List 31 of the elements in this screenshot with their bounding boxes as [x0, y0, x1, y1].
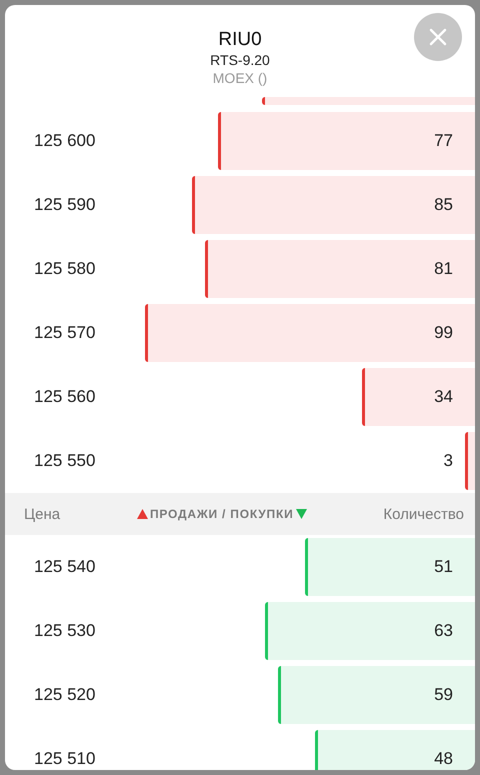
quantity-label: 81 — [434, 259, 454, 279]
price-label: 125 510 — [33, 749, 96, 769]
price-label: 125 600 — [33, 131, 96, 151]
close-icon — [428, 27, 448, 47]
quantity-label: 63 — [434, 621, 454, 641]
price-label: 125 580 — [33, 259, 96, 279]
quantity-column-header: Количество — [383, 506, 464, 522]
quantity-label: 85 — [434, 195, 454, 215]
instrument-title: RIU0 — [218, 29, 262, 51]
price-label: 125 550 — [33, 451, 96, 471]
up-triangle-icon — [136, 509, 148, 519]
price-label: 125 520 — [33, 685, 96, 705]
down-triangle-icon — [296, 509, 307, 519]
quantity-label: 34 — [434, 387, 454, 407]
sides-column-header: ПРОДАЖИ / ПОКУПКИ — [150, 507, 294, 521]
price-label: 125 590 — [33, 195, 96, 215]
quantity-label: 3 — [444, 451, 454, 471]
price-label: 125 570 — [33, 323, 96, 343]
exchange-name: MOEX () — [212, 69, 268, 87]
quantity-label: 51 — [434, 557, 454, 577]
quantity-label: 48 — [434, 749, 454, 769]
price-label: 125 540 — [33, 557, 96, 577]
price-label: 125 530 — [33, 621, 96, 641]
close-button[interactable] — [414, 13, 462, 61]
quantity-label: 59 — [434, 685, 454, 705]
volume-bar — [465, 432, 475, 490]
price-label: 125 560 — [33, 387, 96, 407]
quantity-label: 99 — [434, 323, 454, 343]
price-column-header: Цена — [24, 506, 60, 522]
quantity-label: 77 — [434, 131, 454, 151]
contract-name: RTS-9.20 — [210, 51, 270, 69]
